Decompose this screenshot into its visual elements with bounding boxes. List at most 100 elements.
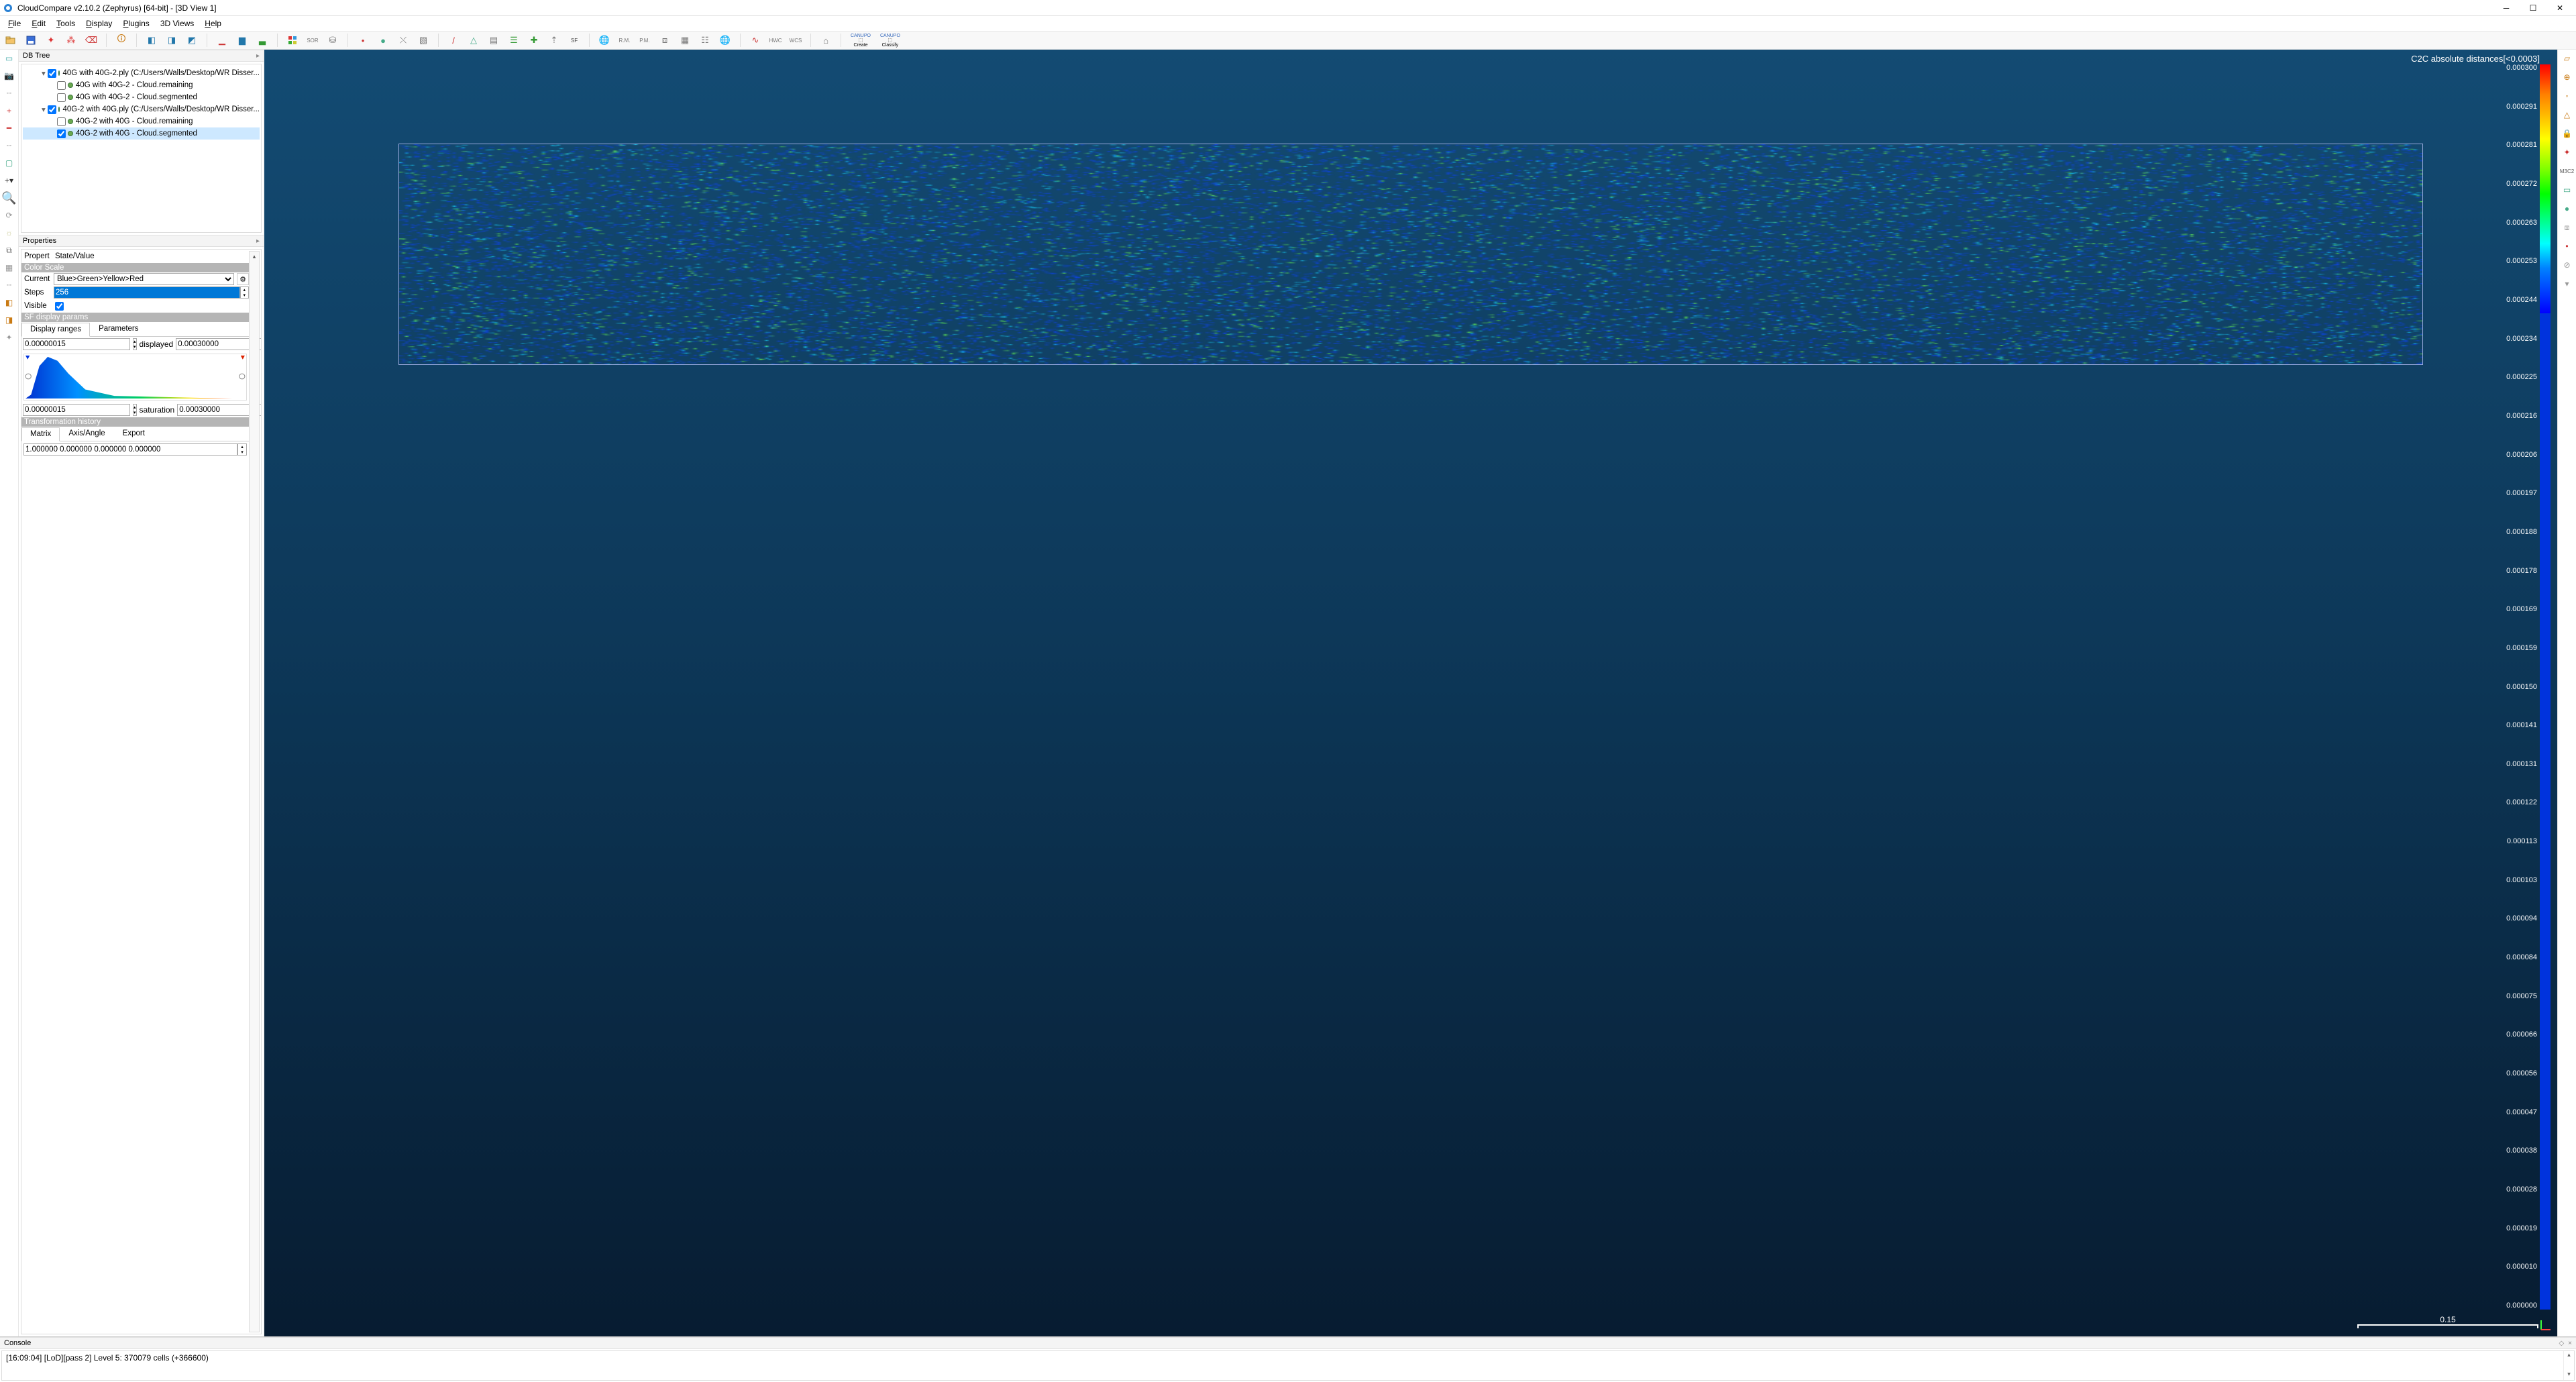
tree-checkbox[interactable] [48, 69, 56, 78]
plus-tool-icon[interactable]: + [3, 105, 15, 117]
normals-icon[interactable]: ◨ [164, 32, 180, 48]
surf-icon[interactable]: ▤ [486, 32, 502, 48]
point-icon[interactable]: • [2561, 240, 2573, 252]
stack-icon[interactable]: ▦ [677, 32, 693, 48]
sphere-icon[interactable]: ● [375, 32, 391, 48]
menu-plugins[interactable]: Plugins [117, 17, 154, 30]
block-icon[interactable]: ⊘ [2561, 259, 2573, 271]
sample-icon[interactable]: ⁂ [63, 32, 79, 48]
info-icon[interactable]: 🛈 [113, 32, 129, 48]
tree-node[interactable]: 40G with 40G-2 - Cloud.remaining [23, 79, 260, 91]
tab-axisangle[interactable]: Axis/Angle [60, 427, 113, 441]
tree-checkbox[interactable] [57, 93, 66, 102]
matrix-stepper[interactable]: ▴▾ [237, 443, 247, 456]
color-scale-select[interactable]: Blue>Green>Yellow>Red [54, 273, 234, 285]
colors-icon[interactable]: ◧ [144, 32, 160, 48]
menu-file[interactable]: File [3, 17, 26, 30]
tree-node[interactable]: 40G with 40G-2 - Cloud.segmented [23, 91, 260, 103]
console-body[interactable]: [16:09:04] [LoD][pass 2] Level 5: 370079… [1, 1350, 2575, 1381]
layers-icon[interactable]: ☷ [697, 32, 713, 48]
histogram[interactable] [23, 354, 247, 401]
tree-node[interactable]: 40G-2 with 40G - Cloud.remaining [23, 115, 260, 127]
mesh-icon[interactable]: △ [466, 32, 482, 48]
expand-icon[interactable]: ▾ [42, 105, 46, 114]
dot-icon[interactable]: ◦ [2561, 90, 2573, 102]
lock-icon[interactable]: 🔒 [2561, 127, 2573, 140]
contour-icon[interactable]: ☰ [506, 32, 522, 48]
tab-matrix[interactable]: Matrix [21, 427, 60, 441]
tree-checkbox[interactable] [57, 117, 66, 126]
gear-icon[interactable]: ⚙ [237, 273, 249, 285]
visible-checkbox[interactable] [55, 302, 64, 311]
matrix-row0-input[interactable] [23, 443, 237, 456]
lift-icon[interactable]: ⇡ [546, 32, 562, 48]
box-icon[interactable]: ▢ [3, 157, 15, 169]
tab-display-ranges[interactable]: Display ranges [21, 323, 90, 337]
hwc-button[interactable]: HWC [767, 32, 784, 48]
magnify-icon[interactable]: 🔍 [3, 192, 15, 204]
sun-icon[interactable]: ☼ [3, 227, 15, 239]
delete-icon[interactable]: ⌫ [83, 32, 99, 48]
tree-node[interactable]: ▾ 40G with 40G-2.ply (C:/Users/Walls/Des… [23, 67, 260, 79]
hist-red-icon[interactable]: ▁ [214, 32, 230, 48]
save-icon[interactable] [23, 32, 39, 48]
pick-icon[interactable]: ✦ [43, 32, 59, 48]
steps-stepper[interactable]: ▴▾ [240, 286, 249, 299]
tree-checkbox[interactable] [57, 129, 66, 138]
hist-blue-icon[interactable]: ▆ [234, 32, 250, 48]
menu-3dviews[interactable]: 3D Views [155, 17, 199, 30]
crop-icon[interactable]: ⧈ [657, 32, 673, 48]
minimize-button[interactable]: ─ [2493, 0, 2520, 16]
rm-button[interactable]: R.M. [616, 32, 633, 48]
properties-scrollbar[interactable]: ▴ [249, 251, 260, 1332]
close-button[interactable]: ✕ [2546, 0, 2573, 16]
layers2-icon[interactable]: ⧉ [3, 244, 15, 256]
sf-icon[interactable]: ◩ [184, 32, 200, 48]
reload-icon[interactable]: ⟳ [3, 209, 15, 221]
ortho-icon[interactable]: ▱ [2561, 52, 2573, 64]
menu-display[interactable]: Display [80, 17, 117, 30]
tab-parameters[interactable]: Parameters [90, 322, 147, 336]
plus-icon[interactable]: ✚ [526, 32, 542, 48]
open-icon[interactable] [3, 32, 19, 48]
plane-icon[interactable]: ▭ [2561, 184, 2573, 196]
console-float-icon[interactable]: ◇ [2559, 1340, 2564, 1347]
menu-edit[interactable]: Edit [26, 17, 51, 30]
axes2-icon[interactable]: ✦ [3, 331, 15, 343]
canupo-classify[interactable]: CANUPO⬚Classify [877, 34, 903, 48]
console-scrollbar[interactable]: ▴ ▾ [2563, 1351, 2574, 1380]
grid4-icon[interactable] [284, 32, 301, 48]
persp-icon[interactable]: △ [2561, 109, 2573, 121]
ruler-icon[interactable]: ━ [3, 122, 15, 134]
wire-icon[interactable]: ▦ [3, 262, 15, 274]
tree-node[interactable]: ▾ 40G-2 with 40G.ply (C:/Users/Walls/Des… [23, 103, 260, 115]
sphere2-icon[interactable]: ● [2561, 203, 2573, 215]
console-close-icon[interactable]: × [2568, 1340, 2572, 1347]
pt-red-icon[interactable]: • [355, 32, 371, 48]
wcs-button[interactable]: WCS [788, 32, 804, 48]
properties-pin-icon[interactable]: ▸ [256, 237, 260, 245]
tab-export[interactable]: Export [114, 427, 154, 441]
scroll-up-icon[interactable]: ▴ [250, 252, 259, 261]
recenter-icon[interactable]: ⊕ [2561, 71, 2573, 83]
canupo-create[interactable]: CANUPO⬚Create [848, 34, 873, 48]
min-sat-stepper[interactable]: ▴▾ [133, 404, 137, 416]
pm-button[interactable]: P.M. [637, 32, 653, 48]
m3c2-icon[interactable]: M3C2 [2561, 165, 2573, 177]
3d-viewport[interactable]: C2C absolute distances[<0.0003] 0.000300… [264, 50, 2557, 1336]
filter-icon[interactable]: ⛁ [325, 32, 341, 48]
tree-checkbox[interactable] [57, 81, 66, 90]
sor-button[interactable]: SOR [305, 32, 321, 48]
gizmo-icon[interactable]: ✦ [2561, 146, 2573, 158]
tree-checkbox[interactable] [48, 105, 56, 114]
cube-icon[interactable]: ▧ [415, 32, 431, 48]
tree-node-selected[interactable]: 40G-2 with 40G - Cloud.segmented [23, 127, 260, 140]
dbtree-pin-icon[interactable]: ▸ [256, 52, 260, 60]
globe1-icon[interactable]: 🌐 [596, 32, 612, 48]
wire2-icon[interactable]: ⧈ [2561, 221, 2573, 233]
cube1-icon[interactable]: ◧ [3, 297, 15, 309]
redline-icon[interactable]: / [445, 32, 462, 48]
menu-tools[interactable]: Tools [51, 17, 80, 30]
min-disp-stepper[interactable]: ▴▾ [133, 338, 137, 350]
houses-icon[interactable]: ⌂ [818, 32, 834, 48]
